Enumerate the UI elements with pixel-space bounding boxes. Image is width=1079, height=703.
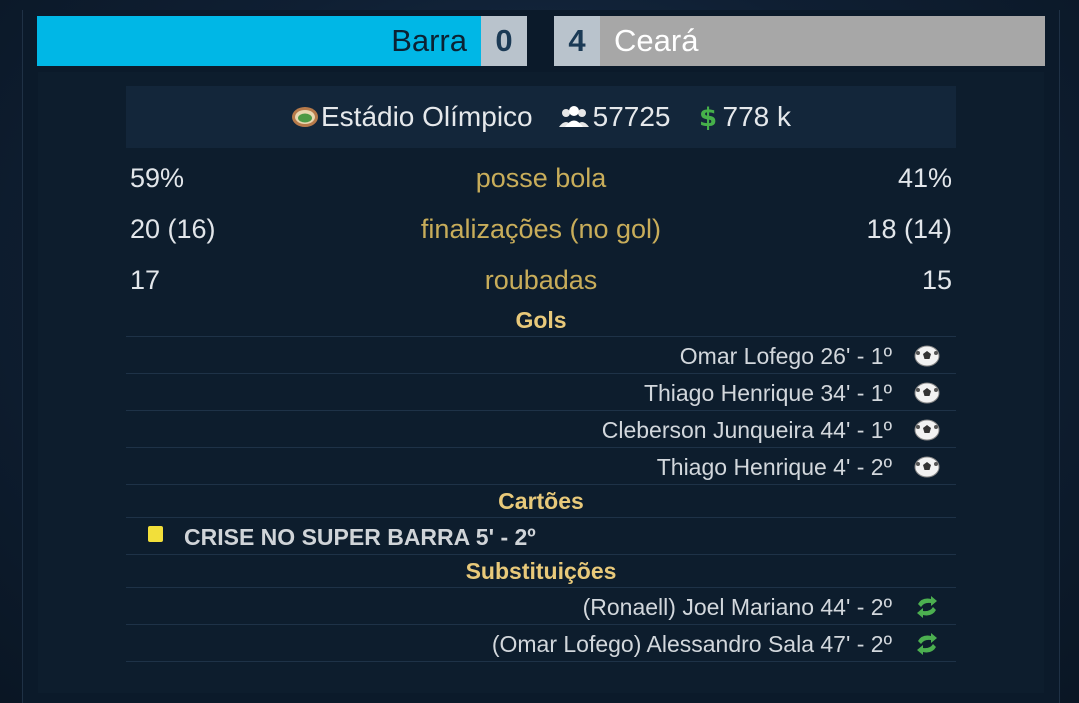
ball-icon xyxy=(914,382,940,404)
goal-text: Thiago Henrique 34' - 1º xyxy=(643,380,892,406)
stat-possession: 59% posse bola 41% xyxy=(126,154,956,202)
stat-label: roubadas xyxy=(484,265,598,295)
subs-title: Substituições xyxy=(126,555,956,588)
goal-row: Thiago Henrique 34' - 1º xyxy=(126,374,956,411)
away-team-score: 4 xyxy=(554,16,600,66)
sub-row: (Omar Lofego) Alessandro Sala 47' - 2º xyxy=(126,625,956,662)
goal-text: Omar Lofego 26' - 1º xyxy=(679,343,892,369)
away-team-name: Ceará xyxy=(614,23,699,58)
cards-title: Cartões xyxy=(126,485,956,518)
ball-icon xyxy=(914,456,940,478)
stat-tackles: 17 roubadas 15 xyxy=(126,256,956,304)
away-team-bar[interactable]: Ceará xyxy=(600,16,1045,66)
scoreboard: Barra 0 4 Ceará xyxy=(37,16,1045,66)
stat-shots: 20 (16) finalizações (no gol) 18 (14) xyxy=(126,202,956,256)
goals-title: Gols xyxy=(126,304,956,337)
goal-row: Cleberson Junqueira 44' - 1º xyxy=(126,411,956,448)
sub-text: (Omar Lofego) Alessandro Sala 47' - 2º xyxy=(491,631,892,657)
goal-row: Omar Lofego 26' - 1º xyxy=(126,337,956,374)
home-team-name: Barra xyxy=(391,23,467,58)
sub-row: (Ronaell) Joel Mariano 44' - 2º xyxy=(126,588,956,625)
ball-icon xyxy=(914,345,940,367)
substitution-icon xyxy=(917,596,937,618)
away-possession: 41% xyxy=(897,163,952,193)
goal-text: Cleberson Junqueira 44' - 1º xyxy=(601,417,892,443)
stadium-name: Estádio Olímpico xyxy=(320,101,533,132)
stat-label: posse bola xyxy=(475,163,607,193)
ball-icon xyxy=(914,419,940,441)
stat-label: finalizações (no gol) xyxy=(420,214,662,244)
substitution-icon xyxy=(917,633,937,655)
stadium-icon xyxy=(291,107,318,127)
card-text: CRISE NO SUPER BARRA 5' - 2º xyxy=(184,524,536,550)
venue-info: Estádio Olímpico 57725 $ 778 k xyxy=(126,86,956,148)
away-tackles: 15 xyxy=(921,265,952,295)
sub-text: (Ronaell) Joel Mariano 44' - 2º xyxy=(582,594,892,620)
svg-text:$: $ xyxy=(698,104,716,130)
people-icon xyxy=(558,106,589,127)
attendance: 57725 xyxy=(592,101,671,132)
goal-text: Thiago Henrique 4' - 2º xyxy=(656,454,892,480)
home-team-bar[interactable]: Barra xyxy=(37,16,481,66)
card-row: CRISE NO SUPER BARRA 5' - 2º xyxy=(126,518,956,555)
home-team-score: 0 xyxy=(481,16,527,66)
match-panel: Barra 0 4 Ceará Estádio Olímpico 57725 $… xyxy=(22,10,1060,703)
money-icon: $ xyxy=(698,104,716,130)
yellow-card-icon xyxy=(148,526,163,542)
goal-row: Thiago Henrique 4' - 2º xyxy=(126,448,956,485)
income: 778 k xyxy=(722,101,792,132)
away-shots: 18 (14) xyxy=(866,214,952,244)
match-details: Estádio Olímpico 57725 $ 778 k 59% posse… xyxy=(38,72,1044,693)
